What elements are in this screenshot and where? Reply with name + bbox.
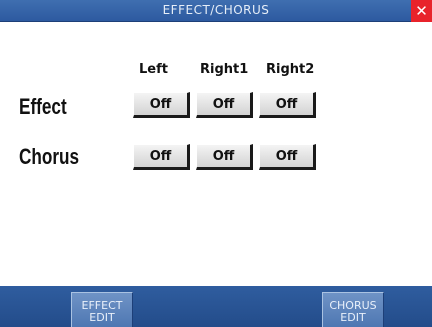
chorus-edit-button[interactable]: CHORUS EDIT — [322, 292, 384, 327]
column-header-right2: Right2 — [266, 62, 315, 77]
chorus-left-button[interactable]: Off — [133, 144, 190, 170]
effect-edit-label-line2: EDIT — [89, 311, 115, 324]
effect-edit-button[interactable]: EFFECT EDIT — [71, 292, 133, 327]
screen-title: EFFECT/CHORUS — [162, 3, 270, 17]
bottom-softkey-bar: EFFECT EDIT CHORUS EDIT — [0, 286, 432, 327]
chorus-right1-button[interactable]: Off — [196, 144, 253, 170]
chorus-edit-label-line2: EDIT — [340, 311, 366, 324]
effect-left-button[interactable]: Off — [133, 92, 190, 118]
effect-right1-button[interactable]: Off — [196, 92, 253, 118]
row-label-effect: Effect — [19, 94, 67, 119]
chorus-right2-button[interactable]: Off — [259, 144, 316, 170]
title-bar: EFFECT/CHORUS ✕ — [0, 0, 432, 22]
effect-right2-button[interactable]: Off — [259, 92, 316, 118]
row-label-chorus: Chorus — [19, 144, 80, 169]
content-area: Left Right1 Right2 Effect Off Off Off Ch… — [8, 22, 424, 286]
column-header-left: Left — [139, 62, 168, 77]
effect-chorus-screen: EFFECT/CHORUS ✕ Left Right1 Right2 Effec… — [0, 0, 432, 327]
close-icon[interactable]: ✕ — [411, 0, 432, 22]
column-header-right1: Right1 — [200, 62, 249, 77]
